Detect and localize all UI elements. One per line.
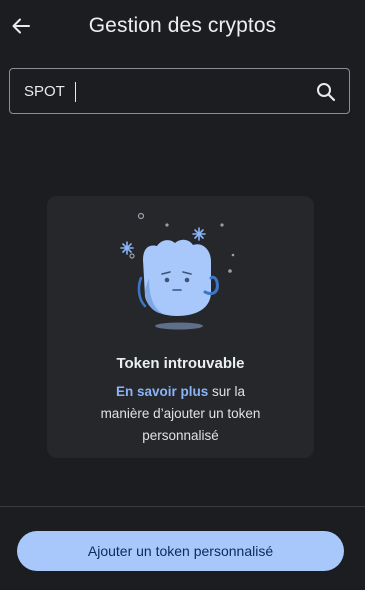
search-field[interactable] bbox=[9, 68, 350, 114]
empty-state-card: Token introuvable En savoir plus sur la … bbox=[47, 196, 314, 458]
page-title: Gestion des cryptos bbox=[88, 14, 277, 37]
learn-more-link[interactable]: En savoir plus bbox=[116, 384, 208, 399]
description-text-1: sur la bbox=[208, 384, 246, 399]
description-text-2: manière d’ajouter un token bbox=[100, 406, 261, 421]
search-icon[interactable] bbox=[315, 81, 337, 103]
empty-state-title: Token introuvable bbox=[116, 355, 245, 372]
confused-ghost-icon bbox=[119, 208, 243, 334]
top-bar: Gestion des cryptos bbox=[0, 0, 365, 58]
footer-divider bbox=[0, 506, 365, 507]
search-input[interactable] bbox=[24, 69, 304, 113]
empty-state-description: En savoir plus sur la manière d’ajouter … bbox=[77, 381, 284, 447]
text-cursor bbox=[75, 82, 76, 102]
add-custom-token-button[interactable]: Ajouter un token personnalisé bbox=[17, 531, 344, 571]
description-text-3: personnalisé bbox=[142, 428, 219, 443]
manage-crypto-screen: Gestion des cryptos SPOT Token introuvab… bbox=[0, 0, 365, 590]
